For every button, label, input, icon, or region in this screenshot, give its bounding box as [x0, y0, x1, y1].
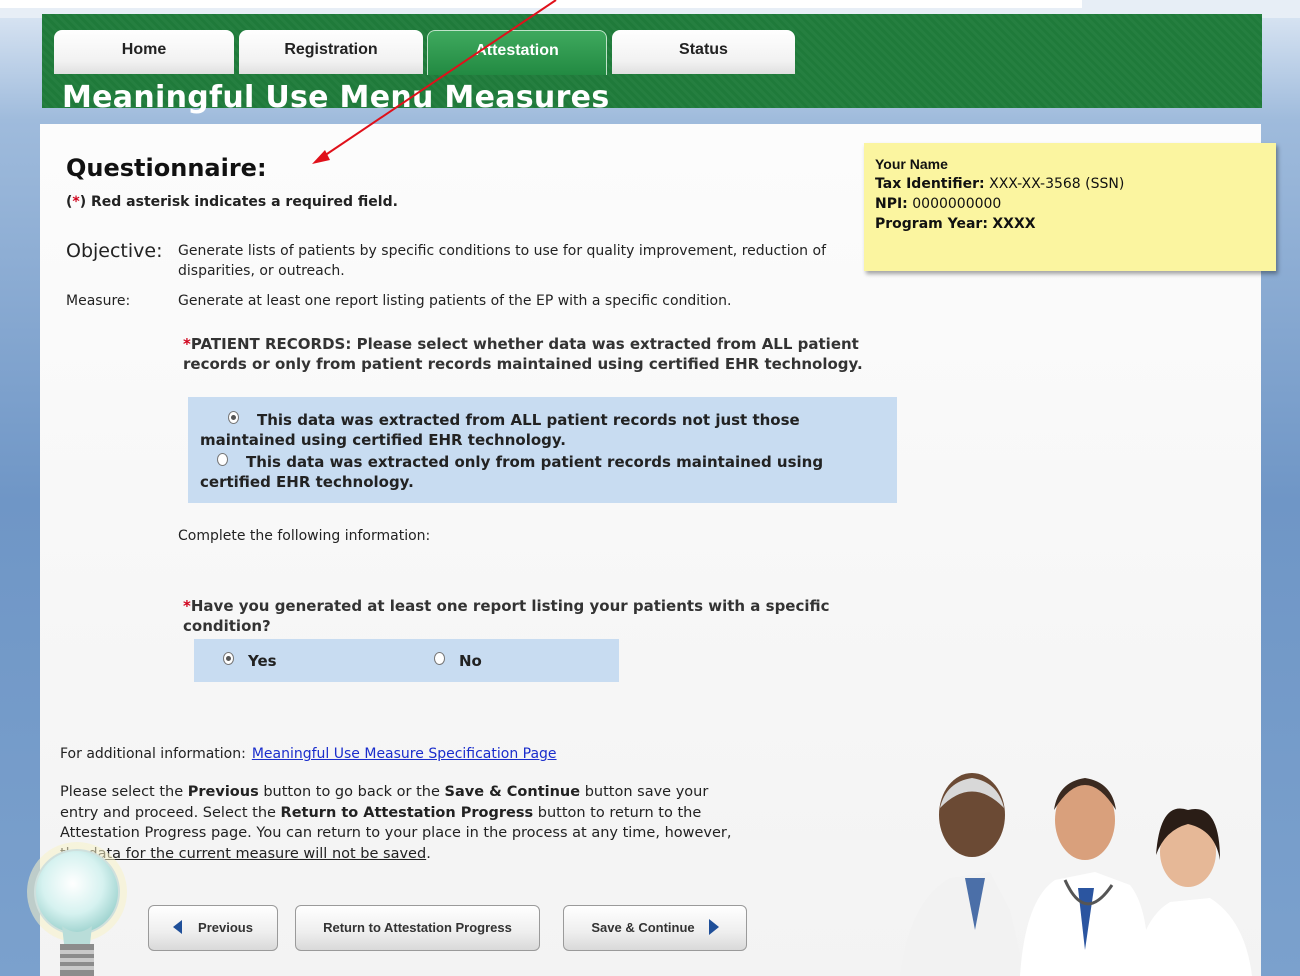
option-yes-label: Yes: [248, 652, 277, 670]
option-all-records[interactable]: This data was extracted from ALL patient…: [200, 410, 870, 450]
measure-text: Generate at least one report listing pat…: [178, 293, 732, 309]
measure-label: Measure:: [66, 293, 131, 309]
objective-label: Objective:: [66, 240, 163, 262]
instructions-text: Please select the Previous button to go …: [60, 784, 732, 862]
tax-identifier: Tax Identifier: XXX-XX-3568 (SSN): [875, 176, 1125, 192]
required-note-text: ) Red asterisk indicates a required fiel…: [79, 194, 398, 210]
required-asterisk: *: [183, 597, 191, 615]
arrow-right-icon: [708, 919, 719, 935]
program-year: Program Year: XXXX: [875, 216, 1036, 232]
required-field-note: (*) Red asterisk indicates a required fi…: [66, 194, 398, 210]
option-no[interactable]: No: [434, 651, 482, 671]
npi: NPI: 0000000000: [875, 196, 1002, 212]
save-continue-button[interactable]: Save & Continue: [563, 905, 747, 951]
option-certified-records-label: This data was extracted only from patien…: [200, 453, 824, 491]
save-continue-label: Save & Continue: [591, 920, 695, 935]
previous-button[interactable]: Previous: [148, 905, 278, 951]
doctors-image: [900, 773, 1252, 976]
option-no-label: No: [459, 652, 482, 670]
return-to-progress-button[interactable]: Return to Attestation Progress: [295, 905, 540, 951]
user-info-card: Your Name Tax Identifier: XXX-XX-3568 (S…: [864, 143, 1276, 271]
radio-yes[interactable]: [223, 652, 234, 665]
patient-records-question-text: PATIENT RECORDS: Please select whether d…: [183, 335, 863, 373]
required-asterisk: *: [183, 335, 191, 353]
complete-info-text: Complete the following information:: [178, 528, 431, 544]
patient-records-question: *PATIENT RECORDS: Please select whether …: [183, 334, 883, 374]
measure-spec-link[interactable]: Meaningful Use Measure Specification Pag…: [252, 746, 557, 762]
report-options: Yes No: [194, 639, 619, 682]
required-asterisk: *: [72, 194, 80, 210]
report-question: *Have you generated at least one report …: [183, 596, 883, 636]
page-title: Meaningful Use Menu Measures: [62, 80, 610, 115]
tab-home[interactable]: Home: [54, 30, 234, 74]
option-certified-records[interactable]: This data was extracted only from patien…: [200, 452, 880, 492]
additional-info: For additional information: Meaningful Us…: [60, 746, 557, 762]
patient-records-options: This data was extracted from ALL patient…: [188, 397, 897, 503]
top-bar-strip: [0, 0, 1082, 8]
report-question-text: Have you generated at least one report l…: [183, 597, 830, 635]
arrow-left-icon: [173, 920, 183, 934]
objective-text: Generate lists of patients by specific c…: [178, 243, 826, 279]
option-all-records-label: This data was extracted from ALL patient…: [200, 411, 800, 449]
radio-no[interactable]: [434, 652, 445, 665]
return-button-label: Return to Attestation Progress: [323, 920, 512, 935]
tab-status[interactable]: Status: [612, 30, 795, 74]
radio-all-records[interactable]: [228, 411, 239, 424]
user-name: Your Name: [875, 156, 948, 172]
tab-registration[interactable]: Registration: [239, 30, 423, 74]
tab-attestation[interactable]: Attestation: [427, 30, 607, 75]
lightbulb-icon: [27, 842, 127, 976]
additional-info-label: For additional information:: [60, 746, 246, 762]
previous-button-label: Previous: [198, 920, 253, 935]
questionnaire-heading: Questionnaire:: [66, 154, 267, 182]
option-yes[interactable]: Yes: [223, 651, 277, 671]
radio-certified-records[interactable]: [217, 453, 228, 466]
